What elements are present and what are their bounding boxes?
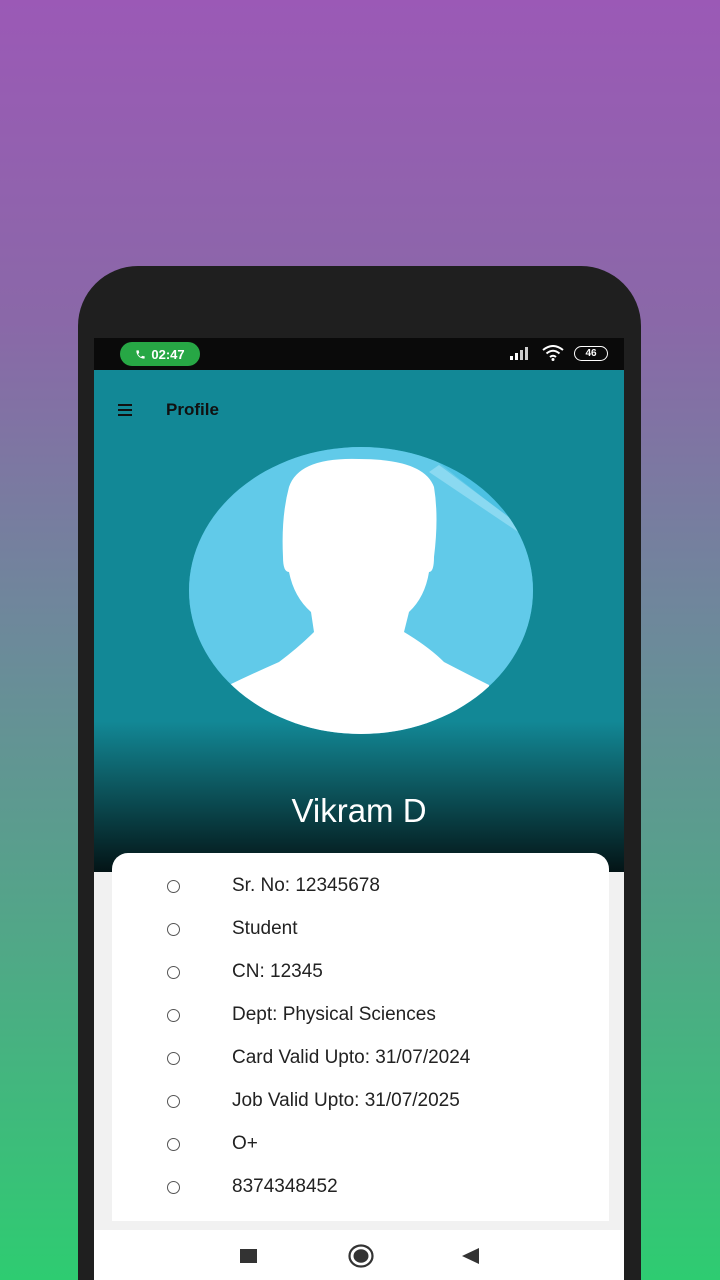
list-item: Sr. No: 12345678 [112,864,609,907]
list-item: Student [112,907,609,950]
phone-icon [136,349,145,359]
page-title: Profile [166,400,219,419]
wifi-icon [542,345,564,361]
bullet-circle-icon [167,965,180,979]
list-item: Card Valid Upto: 31/07/2024 [112,1036,609,1079]
home-circle-icon[interactable] [348,1244,374,1268]
bullet-circle-icon [167,1180,180,1194]
bullet-circle-icon [167,922,180,936]
info-serial-number: Sr. No: 12345678 [232,874,380,896]
profile-header: Profile Vikram D [94,370,624,872]
hamburger-menu-icon[interactable] [118,404,132,416]
bullet-circle-icon [167,1008,180,1022]
bullet-circle-icon [167,1137,180,1151]
info-phone-number: 8374348452 [232,1175,338,1197]
battery-icon: 46 [574,345,608,361]
list-item: Dept: Physical Sciences [112,993,609,1036]
info-role: Student [232,917,298,939]
profile-info-card: Sr. No: 12345678 Student CN: 12345 Dept:… [112,853,609,1221]
list-item: CN: 12345 [112,950,609,993]
bullet-circle-icon [167,1051,180,1065]
system-nav-bar [94,1230,624,1280]
battery-level: 46 [585,347,597,359]
status-bar: 02:47 46 [94,338,624,370]
list-item: 8374348452 [112,1165,609,1208]
info-department: Dept: Physical Sciences [232,1003,436,1025]
ongoing-call-pill[interactable]: 02:47 [120,342,200,366]
signal-icon [510,347,528,360]
person-silhouette-icon [189,447,533,734]
bullet-circle-icon [167,1094,180,1108]
avatar[interactable] [189,447,533,734]
list-item: O+ [112,1122,609,1165]
info-card-validity: Card Valid Upto: 31/07/2024 [232,1046,471,1068]
profile-name: Vikram D [291,792,427,829]
status-time: 02:47 [151,346,185,362]
info-list: Sr. No: 12345678 Student CN: 12345 Dept:… [112,853,609,1208]
phone-screen: 02:47 46 Profile Vikram D Sr. No: 123456… [94,338,624,1280]
list-item: Job Valid Upto: 31/07/2025 [112,1079,609,1122]
bullet-circle-icon [167,879,180,893]
back-triangle-icon[interactable] [462,1248,479,1264]
info-job-validity: Job Valid Upto: 31/07/2025 [232,1089,460,1111]
recents-square-icon[interactable] [240,1249,257,1263]
info-cn: CN: 12345 [232,960,323,982]
info-blood-group: O+ [232,1132,258,1154]
